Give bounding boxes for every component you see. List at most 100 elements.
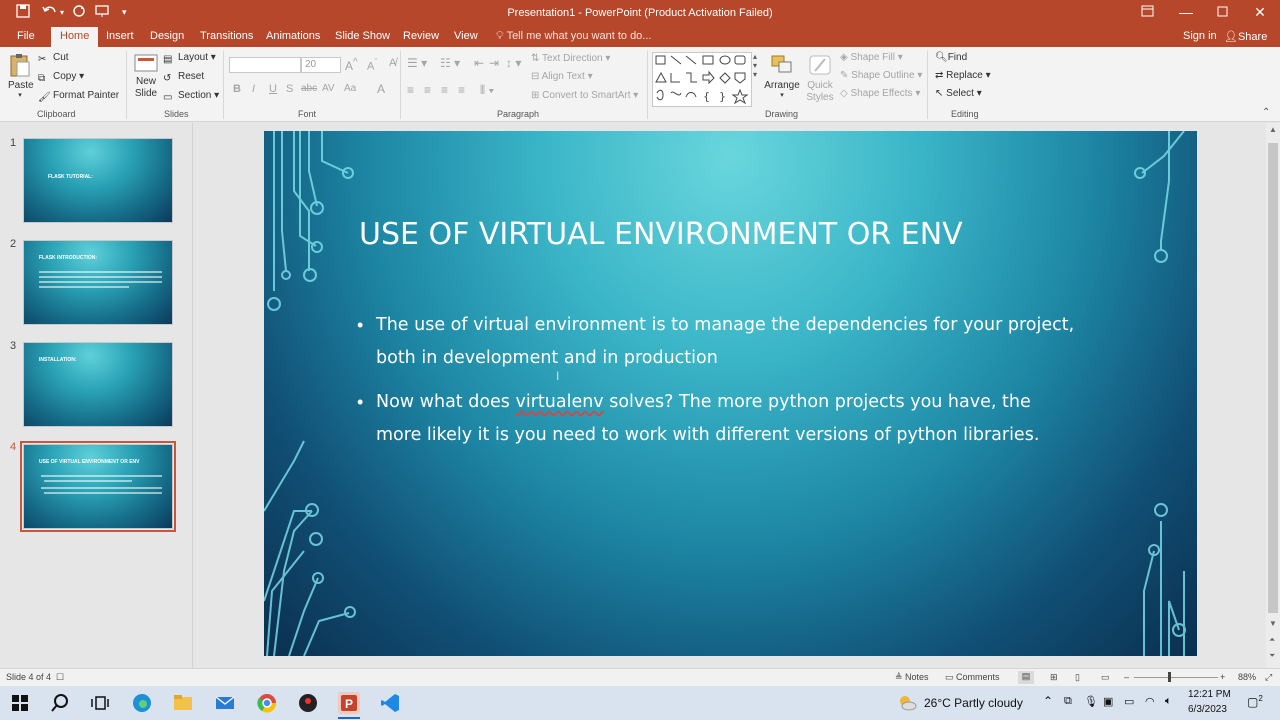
tray-icon-1[interactable]: ⧉ bbox=[1064, 695, 1072, 708]
reset-button[interactable]: ↺ Reset bbox=[163, 71, 204, 85]
tab-insert[interactable]: Insert bbox=[106, 30, 134, 42]
slide-sorter-icon[interactable]: ⊞ bbox=[1050, 672, 1058, 683]
app-icon[interactable] bbox=[297, 692, 319, 714]
tab-design[interactable]: Design bbox=[150, 30, 184, 42]
tray-icon-3[interactable]: ▣ bbox=[1103, 695, 1113, 708]
wifi-icon[interactable]: ◠ bbox=[1145, 695, 1155, 708]
tray-chevron-icon[interactable]: ⌃ bbox=[1043, 694, 1053, 708]
zoom-level[interactable]: 88% bbox=[1238, 672, 1256, 682]
font-name-input[interactable] bbox=[229, 57, 301, 73]
convert-smartart-button[interactable]: ⊞ Convert to SmartArt ▾ bbox=[531, 90, 638, 101]
normal-view-icon[interactable]: ▤ bbox=[1018, 671, 1034, 684]
weather-icon[interactable] bbox=[896, 692, 918, 714]
paste-button[interactable]: Paste ▾ bbox=[8, 53, 34, 99]
align-text-button[interactable]: ⊟ Align Text ▾ bbox=[531, 71, 593, 82]
zoom-out-icon[interactable]: – bbox=[1124, 672, 1129, 682]
find-button[interactable]: 🔍︎Find bbox=[935, 52, 967, 63]
slide-thumbnail-1[interactable]: FLASK TUTORIAL: bbox=[23, 138, 173, 223]
mail-icon[interactable] bbox=[214, 692, 236, 714]
numbering-icon[interactable]: ☷ ▾ bbox=[440, 56, 460, 70]
chrome-icon[interactable] bbox=[256, 692, 278, 714]
layout-button[interactable]: ▤ Layout ▾ bbox=[163, 52, 216, 66]
line-spacing-icon[interactable]: ↕ ▾ bbox=[506, 56, 521, 70]
clock-date[interactable]: 6/3/2023 bbox=[1188, 704, 1227, 715]
spell-check-icon[interactable]: ☐ bbox=[56, 672, 64, 683]
tab-file[interactable]: File bbox=[17, 30, 35, 42]
comments-button[interactable]: ▭ Comments bbox=[945, 672, 1000, 683]
notification-icon[interactable]: ▢2 bbox=[1247, 694, 1263, 709]
tab-transitions[interactable]: Transitions bbox=[200, 30, 253, 42]
grow-font-icon[interactable]: A^ bbox=[345, 57, 358, 73]
sign-in-link[interactable]: Sign in bbox=[1183, 30, 1217, 42]
justify-icon[interactable]: ≡ bbox=[458, 83, 465, 97]
shape-effects-button[interactable]: ◇ Shape Effects ▾ bbox=[840, 88, 920, 99]
tab-animations[interactable]: Animations bbox=[266, 30, 320, 42]
tab-home[interactable]: Home bbox=[51, 27, 99, 47]
vscode-icon[interactable] bbox=[379, 692, 401, 714]
columns-icon[interactable]: ⫴ ▾ bbox=[480, 83, 494, 98]
increase-indent-icon[interactable]: ⇥ bbox=[489, 56, 499, 70]
quick-styles-button[interactable]: Quick Styles bbox=[803, 53, 837, 104]
slideshow-view-icon[interactable]: ▭ bbox=[1101, 672, 1110, 683]
share-button[interactable]: 👤︎Share bbox=[1224, 30, 1267, 43]
file-explorer-icon[interactable] bbox=[172, 692, 194, 714]
ribbon-display-icon[interactable] bbox=[1137, 4, 1157, 20]
shape-outline-button[interactable]: ✎ Shape Outline ▾ bbox=[840, 70, 922, 81]
format-painter-button[interactable]: 🖌︎ Format Painter bbox=[38, 90, 119, 104]
slide-canvas[interactable]: USE OF VIRTUAL ENVIRONMENT OR ENV • The … bbox=[264, 131, 1197, 656]
change-case-button[interactable]: Aa bbox=[344, 83, 356, 94]
minimize-icon[interactable]: — bbox=[1176, 4, 1196, 20]
zoom-in-icon[interactable]: + bbox=[1220, 672, 1225, 682]
char-spacing-button[interactable]: AV bbox=[322, 83, 335, 94]
microphone-icon[interactable]: 🎙︎ bbox=[1084, 695, 1098, 708]
section-button[interactable]: ▭ Section ▾ bbox=[163, 90, 219, 104]
align-right-icon[interactable]: ≡ bbox=[441, 83, 448, 97]
decrease-indent-icon[interactable]: ⇤ bbox=[474, 56, 484, 70]
vertical-scrollbar[interactable]: ▲ ▼ ⏶ ⏷ bbox=[1266, 123, 1280, 668]
search-icon[interactable] bbox=[49, 692, 71, 714]
cut-button[interactable]: ✂︎ Cut bbox=[38, 52, 69, 66]
tab-view[interactable]: View bbox=[454, 30, 478, 42]
scroll-up-icon[interactable]: ▲ bbox=[1269, 125, 1277, 134]
shadow-button[interactable]: S bbox=[286, 83, 293, 95]
bold-button[interactable]: B bbox=[233, 83, 241, 95]
slide-title[interactable]: USE OF VIRTUAL ENVIRONMENT OR ENV bbox=[359, 217, 963, 252]
shrink-font-icon[interactable]: Aˇ bbox=[367, 57, 377, 73]
scrollbar-thumb[interactable] bbox=[1268, 143, 1278, 613]
notes-button[interactable]: ≜ Notes bbox=[895, 672, 929, 683]
shape-fill-button[interactable]: ◈ Shape Fill ▾ bbox=[840, 52, 903, 63]
tab-slide-show[interactable]: Slide Show bbox=[335, 30, 390, 42]
text-direction-button[interactable]: ⇅ Text Direction ▾ bbox=[531, 53, 610, 64]
strikethrough-button[interactable]: abc bbox=[301, 83, 317, 94]
bullets-icon[interactable]: ☰ ▾ bbox=[407, 56, 427, 70]
scroll-down-icon[interactable]: ▼ bbox=[1269, 619, 1277, 628]
maximize-icon[interactable] bbox=[1212, 4, 1232, 20]
copy-button[interactable]: ⧉ Copy ▾ bbox=[38, 71, 84, 85]
select-button[interactable]: ↖ Select ▾ bbox=[935, 88, 982, 99]
task-view-icon[interactable] bbox=[89, 692, 111, 714]
clock-time[interactable]: 12:21 PM bbox=[1188, 689, 1231, 700]
next-slide-icon[interactable]: ⏷ bbox=[1269, 651, 1275, 661]
font-size-input[interactable]: 20 bbox=[301, 57, 341, 73]
previous-slide-icon[interactable]: ⏶ bbox=[1269, 635, 1275, 645]
tell-me-search[interactable]: 💡︎ Tell me what you want to do... bbox=[496, 30, 651, 43]
clear-format-icon[interactable]: A̸ bbox=[389, 57, 396, 69]
zoom-slider-thumb[interactable] bbox=[1168, 672, 1171, 682]
slide-thumbnail-3[interactable]: INSTALLATION: bbox=[23, 342, 173, 427]
font-color-button[interactable]: A bbox=[377, 82, 385, 96]
align-left-icon[interactable]: ≡ bbox=[407, 83, 414, 97]
gallery-scroll-icons[interactable]: ▴ ▾ ▾ bbox=[753, 52, 757, 79]
arrange-button[interactable]: Arrange ▾ bbox=[764, 53, 800, 99]
align-center-icon[interactable]: ≡ bbox=[424, 83, 431, 97]
slide-thumbnail-2[interactable]: FLASK INTRODUCTION: bbox=[23, 240, 173, 325]
new-slide-button[interactable]: New Slide bbox=[131, 53, 161, 100]
reading-view-icon[interactable]: ▯ bbox=[1075, 672, 1080, 683]
italic-button[interactable]: I bbox=[252, 83, 255, 95]
edge-browser-icon[interactable] bbox=[131, 692, 153, 714]
volume-icon[interactable]: 🔈︎ bbox=[1165, 695, 1172, 708]
windows-start-icon[interactable] bbox=[9, 692, 31, 714]
powerpoint-icon[interactable]: P bbox=[338, 692, 360, 714]
fit-to-window-icon[interactable]: ⤢ bbox=[1265, 672, 1272, 683]
zoom-slider[interactable] bbox=[1134, 677, 1218, 678]
slide-thumbnail-4[interactable]: USE OF VIRTUAL ENVIRONMENT OR ENV bbox=[20, 441, 176, 532]
